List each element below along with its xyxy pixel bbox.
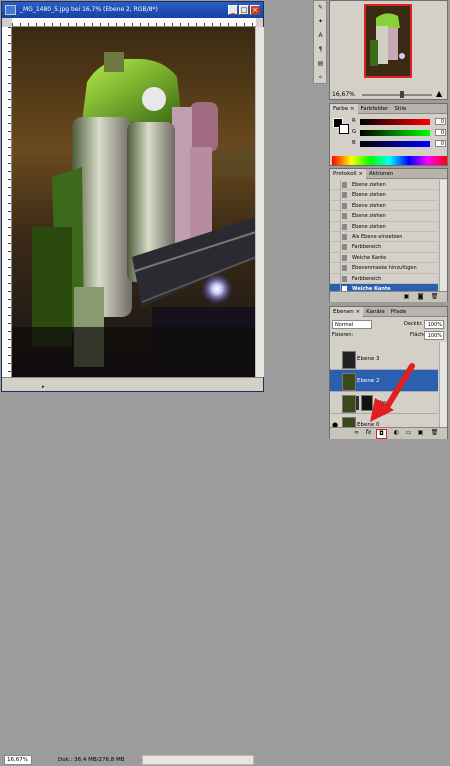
maximize-button[interactable]: □ [239,5,249,15]
blue-value[interactable]: 0 [435,140,446,147]
color-panel: Farbe × Farbfelder Stile R 0 G 0 B 0 [329,103,448,166]
layer-thumbnail [342,351,356,369]
red-annotation-arrow [370,363,415,422]
color-spectrum-bar[interactable] [332,156,447,165]
history-panel: Protokoll × Aktionen Ebene ziehen Ebene z… [329,168,448,302]
opacity-label: Deckkr. [404,321,423,327]
history-item[interactable]: Als Ebene einsetzen [330,232,438,243]
layer-comps-icon[interactable]: ▤ [316,59,325,68]
red-slider[interactable] [360,119,430,125]
navigator-zoom-value[interactable]: 16,67% [332,91,358,99]
green-slider[interactable] [360,130,430,136]
layer-thumbnail [342,373,356,391]
tab-layers[interactable]: Ebenen × [330,307,364,317]
background-color-swatch[interactable] [339,124,349,134]
navigator-panel: 16,67% ▲ [329,0,448,100]
history-item[interactable]: Weiche Kante [330,252,438,264]
close-button[interactable]: × [250,5,260,15]
vertical-ruler[interactable] [2,27,12,377]
document-window: _MG_1480_5.jpg bei 16,7% (Ebene 2, RGB/8… [1,1,264,765]
history-brush-icon[interactable]: ✦ [316,17,325,26]
tool-strip: ✎ ✦ A ¶ ▤ ✧ [313,0,327,84]
history-bottom-bar: ▣ ◙ 🗑 [330,291,447,302]
history-scrollbar[interactable] [439,180,447,292]
status-menu-arrow-icon[interactable]: ▸ [42,381,52,390]
history-item[interactable]: Farbbereich [330,242,438,253]
history-item[interactable]: Ebene ziehen [330,190,438,201]
tab-swatches[interactable]: Farbfelder [358,104,392,114]
delete-state-icon[interactable]: 🗑 [430,293,439,301]
document-title: _MG_1480_5.jpg bei 16,7% (Ebene 2, RGB/8… [20,6,158,13]
layer-thumbnail [342,417,356,427]
visibility-eye-icon[interactable] [332,355,340,363]
visibility-eye-icon[interactable] [332,399,340,407]
history-panel-tabs: Protokoll × Aktionen [330,169,447,179]
layer-chain-icon[interactable] [356,396,359,410]
tab-actions[interactable]: Aktionen [366,169,396,179]
fill-field[interactable]: 100% [424,331,444,340]
history-item[interactable]: Ebene ziehen [330,180,438,191]
history-item[interactable]: Farbbereich [330,273,438,284]
blue-slider[interactable] [360,141,430,147]
paragraph-tool-icon[interactable]: ¶ [316,45,325,54]
tab-history[interactable]: Protokoll × [330,169,367,179]
color-panel-tabs: Farbe × Farbfelder Stile [330,104,447,114]
history-item[interactable]: Ebene ziehen [330,200,438,212]
image-canvas[interactable] [12,27,256,377]
green-label: G [352,129,357,135]
tab-channels[interactable]: Kanäle [363,307,388,317]
delete-layer-icon[interactable]: 🗑 [430,429,439,437]
blue-label: B [352,140,356,146]
navigator-zoom-slider[interactable] [362,94,432,96]
tab-color[interactable]: Farbe × [330,104,358,114]
history-list: Ebene ziehen Ebene ziehen Ebene ziehen E… [330,180,438,292]
brushes-icon[interactable]: ✧ [316,73,325,82]
horizontal-scrollbar[interactable] [142,755,254,765]
red-label: R [352,118,356,124]
text-tool-icon[interactable]: A [316,31,325,40]
zoom-field[interactable]: 16,67% [4,755,32,765]
photoshop-document-icon [5,5,16,15]
document-size-info: Dok.: 36,4 MB/276,8 MB [58,757,125,763]
vertical-scrollbar[interactable] [255,27,264,377]
history-item[interactable]: Ebenenmaske hinzufügen [330,263,438,274]
document-titlebar[interactable]: _MG_1480_5.jpg bei 16,7% (Ebene 2, RGB/8… [2,2,263,18]
blend-mode-select[interactable]: Normal [332,320,372,329]
green-value[interactable]: 0 [435,129,446,136]
tab-styles[interactable]: Stile [391,104,409,114]
new-snapshot-icon[interactable]: ◙ [416,293,425,301]
history-item[interactable]: Ebene ziehen [330,211,438,222]
new-document-from-state-icon[interactable]: ▣ [402,293,411,301]
lock-label: Fixieren: [332,332,354,338]
document-status-bar: 16,67% ▸ Dok.: 36,4 MB/276,8 MB [2,377,263,765]
history-item[interactable]: Ebene ziehen [330,221,438,232]
tab-paths[interactable]: Pfade [388,307,410,317]
visibility-eye-icon[interactable] [332,377,340,385]
horizontal-ruler[interactable] [12,18,256,27]
minimize-button[interactable]: _ [228,5,238,15]
industrial-night-photo [12,27,256,377]
opacity-field[interactable]: 100% [424,320,444,329]
red-value[interactable]: 0 [435,118,446,125]
layers-panel-tabs: Ebenen × Kanäle Pfade [330,307,447,317]
layer-thumbnail [342,395,356,413]
brush-tool-icon[interactable]: ✎ [316,3,325,12]
zoom-slider-handle[interactable] [400,91,404,98]
layers-scrollbar[interactable] [439,342,447,427]
navigator-thumbnail[interactable] [364,4,412,78]
zoom-in-icon[interactable]: ▲ [436,89,446,99]
navigator-thumbnail-image [366,6,410,76]
